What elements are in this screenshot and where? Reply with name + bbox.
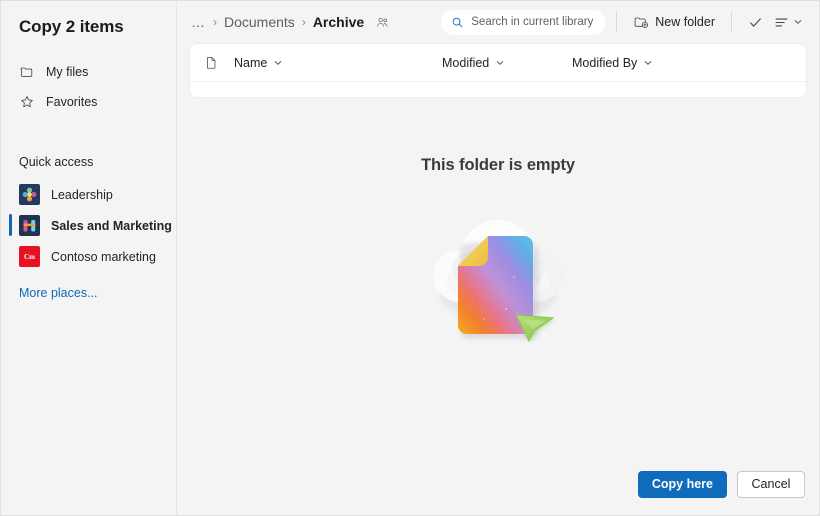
sidebar-item-label: Sales and Marketing: [51, 218, 172, 233]
star-icon: [19, 94, 35, 110]
command-bar: … › Documents › Archive Search in curren…: [177, 1, 819, 43]
search-placeholder: Search in current library: [471, 16, 594, 28]
new-folder-label: New folder: [655, 15, 715, 29]
copy-here-button[interactable]: Copy here: [637, 470, 727, 498]
more-places-link[interactable]: More places...: [1, 286, 176, 300]
sidebar-item-label: My files: [46, 65, 89, 79]
column-header-label: Modified: [442, 55, 490, 70]
site-icon-leadership: [19, 184, 40, 205]
sidebar-item-leadership[interactable]: Leadership: [1, 179, 176, 210]
sidebar-nav-list: My files Favorites: [1, 57, 176, 117]
site-icon-badge-text: Cm: [24, 252, 35, 261]
column-header-modified-by[interactable]: Modified By: [572, 56, 722, 70]
chevron-down-icon: [273, 58, 283, 68]
breadcrumb-item-documents[interactable]: Documents: [224, 14, 295, 30]
copy-items-dialog: Copy 2 items My files Favorites Quick ac…: [0, 0, 820, 516]
breadcrumb-overflow-button[interactable]: …: [191, 14, 206, 30]
view-options-button[interactable]: [769, 10, 807, 35]
column-header-label: Modified By: [572, 55, 638, 70]
command-bar-divider: [616, 12, 618, 32]
empty-folder-cloud-document-illustration: [418, 191, 578, 356]
breadcrumb-separator: ›: [301, 15, 306, 29]
select-all-button[interactable]: [742, 10, 769, 35]
new-folder-icon: [633, 14, 649, 30]
empty-state: This folder is empty: [177, 98, 819, 453]
site-icon-sales-and-marketing: [19, 215, 40, 236]
breadcrumb-separator: ›: [213, 15, 217, 29]
sidebar: Copy 2 items My files Favorites Quick ac…: [1, 1, 177, 515]
chevron-down-icon: [793, 17, 803, 27]
file-list-column-headers: Name Modified Modified By: [190, 44, 806, 82]
selection-indicator: [9, 214, 12, 236]
command-bar-divider: [731, 12, 732, 32]
cancel-button[interactable]: Cancel: [737, 470, 805, 498]
sidebar-item-sales-and-marketing[interactable]: Sales and Marketing: [1, 210, 176, 241]
sidebar-item-my-files[interactable]: My files: [1, 57, 176, 87]
sidebar-item-label: Favorites: [46, 95, 98, 109]
quick-access-list: Leadership Sales and Marketing Cm Contos…: [1, 179, 176, 272]
search-input[interactable]: Search in current library: [441, 9, 607, 35]
breadcrumb-item-archive[interactable]: Archive: [313, 14, 364, 30]
checkmark-icon: [747, 14, 764, 31]
sidebar-item-contoso-marketing[interactable]: Cm Contoso marketing: [1, 241, 176, 272]
folder-icon: [19, 64, 35, 80]
site-icon-contoso-marketing: Cm: [19, 246, 40, 267]
sidebar-item-label: Contoso marketing: [51, 249, 156, 264]
quick-access-section-label: Quick access: [19, 155, 94, 169]
column-header-modified[interactable]: Modified: [442, 56, 572, 70]
column-header-label: Name: [234, 55, 268, 70]
dialog-title: Copy 2 items: [19, 17, 124, 36]
empty-state-message: This folder is empty: [421, 156, 575, 174]
shared-people-icon: [375, 15, 390, 30]
file-list-card: Name Modified Modified By: [189, 43, 807, 98]
sidebar-item-label: Leadership: [51, 187, 113, 202]
list-view-icon: [773, 14, 790, 31]
file-type-icon: [204, 55, 219, 70]
main-panel: … › Documents › Archive Search in curren…: [177, 1, 819, 515]
dialog-footer: Copy here Cancel: [177, 453, 819, 515]
sidebar-item-favorites[interactable]: Favorites: [1, 87, 176, 117]
new-folder-button[interactable]: New folder: [627, 10, 721, 34]
column-header-name[interactable]: Name: [234, 56, 442, 70]
chevron-down-icon: [643, 58, 653, 68]
chevron-down-icon: [495, 58, 505, 68]
breadcrumb: … › Documents › Archive: [191, 14, 390, 30]
column-header-file-type[interactable]: [204, 55, 234, 70]
search-icon: [451, 16, 464, 29]
